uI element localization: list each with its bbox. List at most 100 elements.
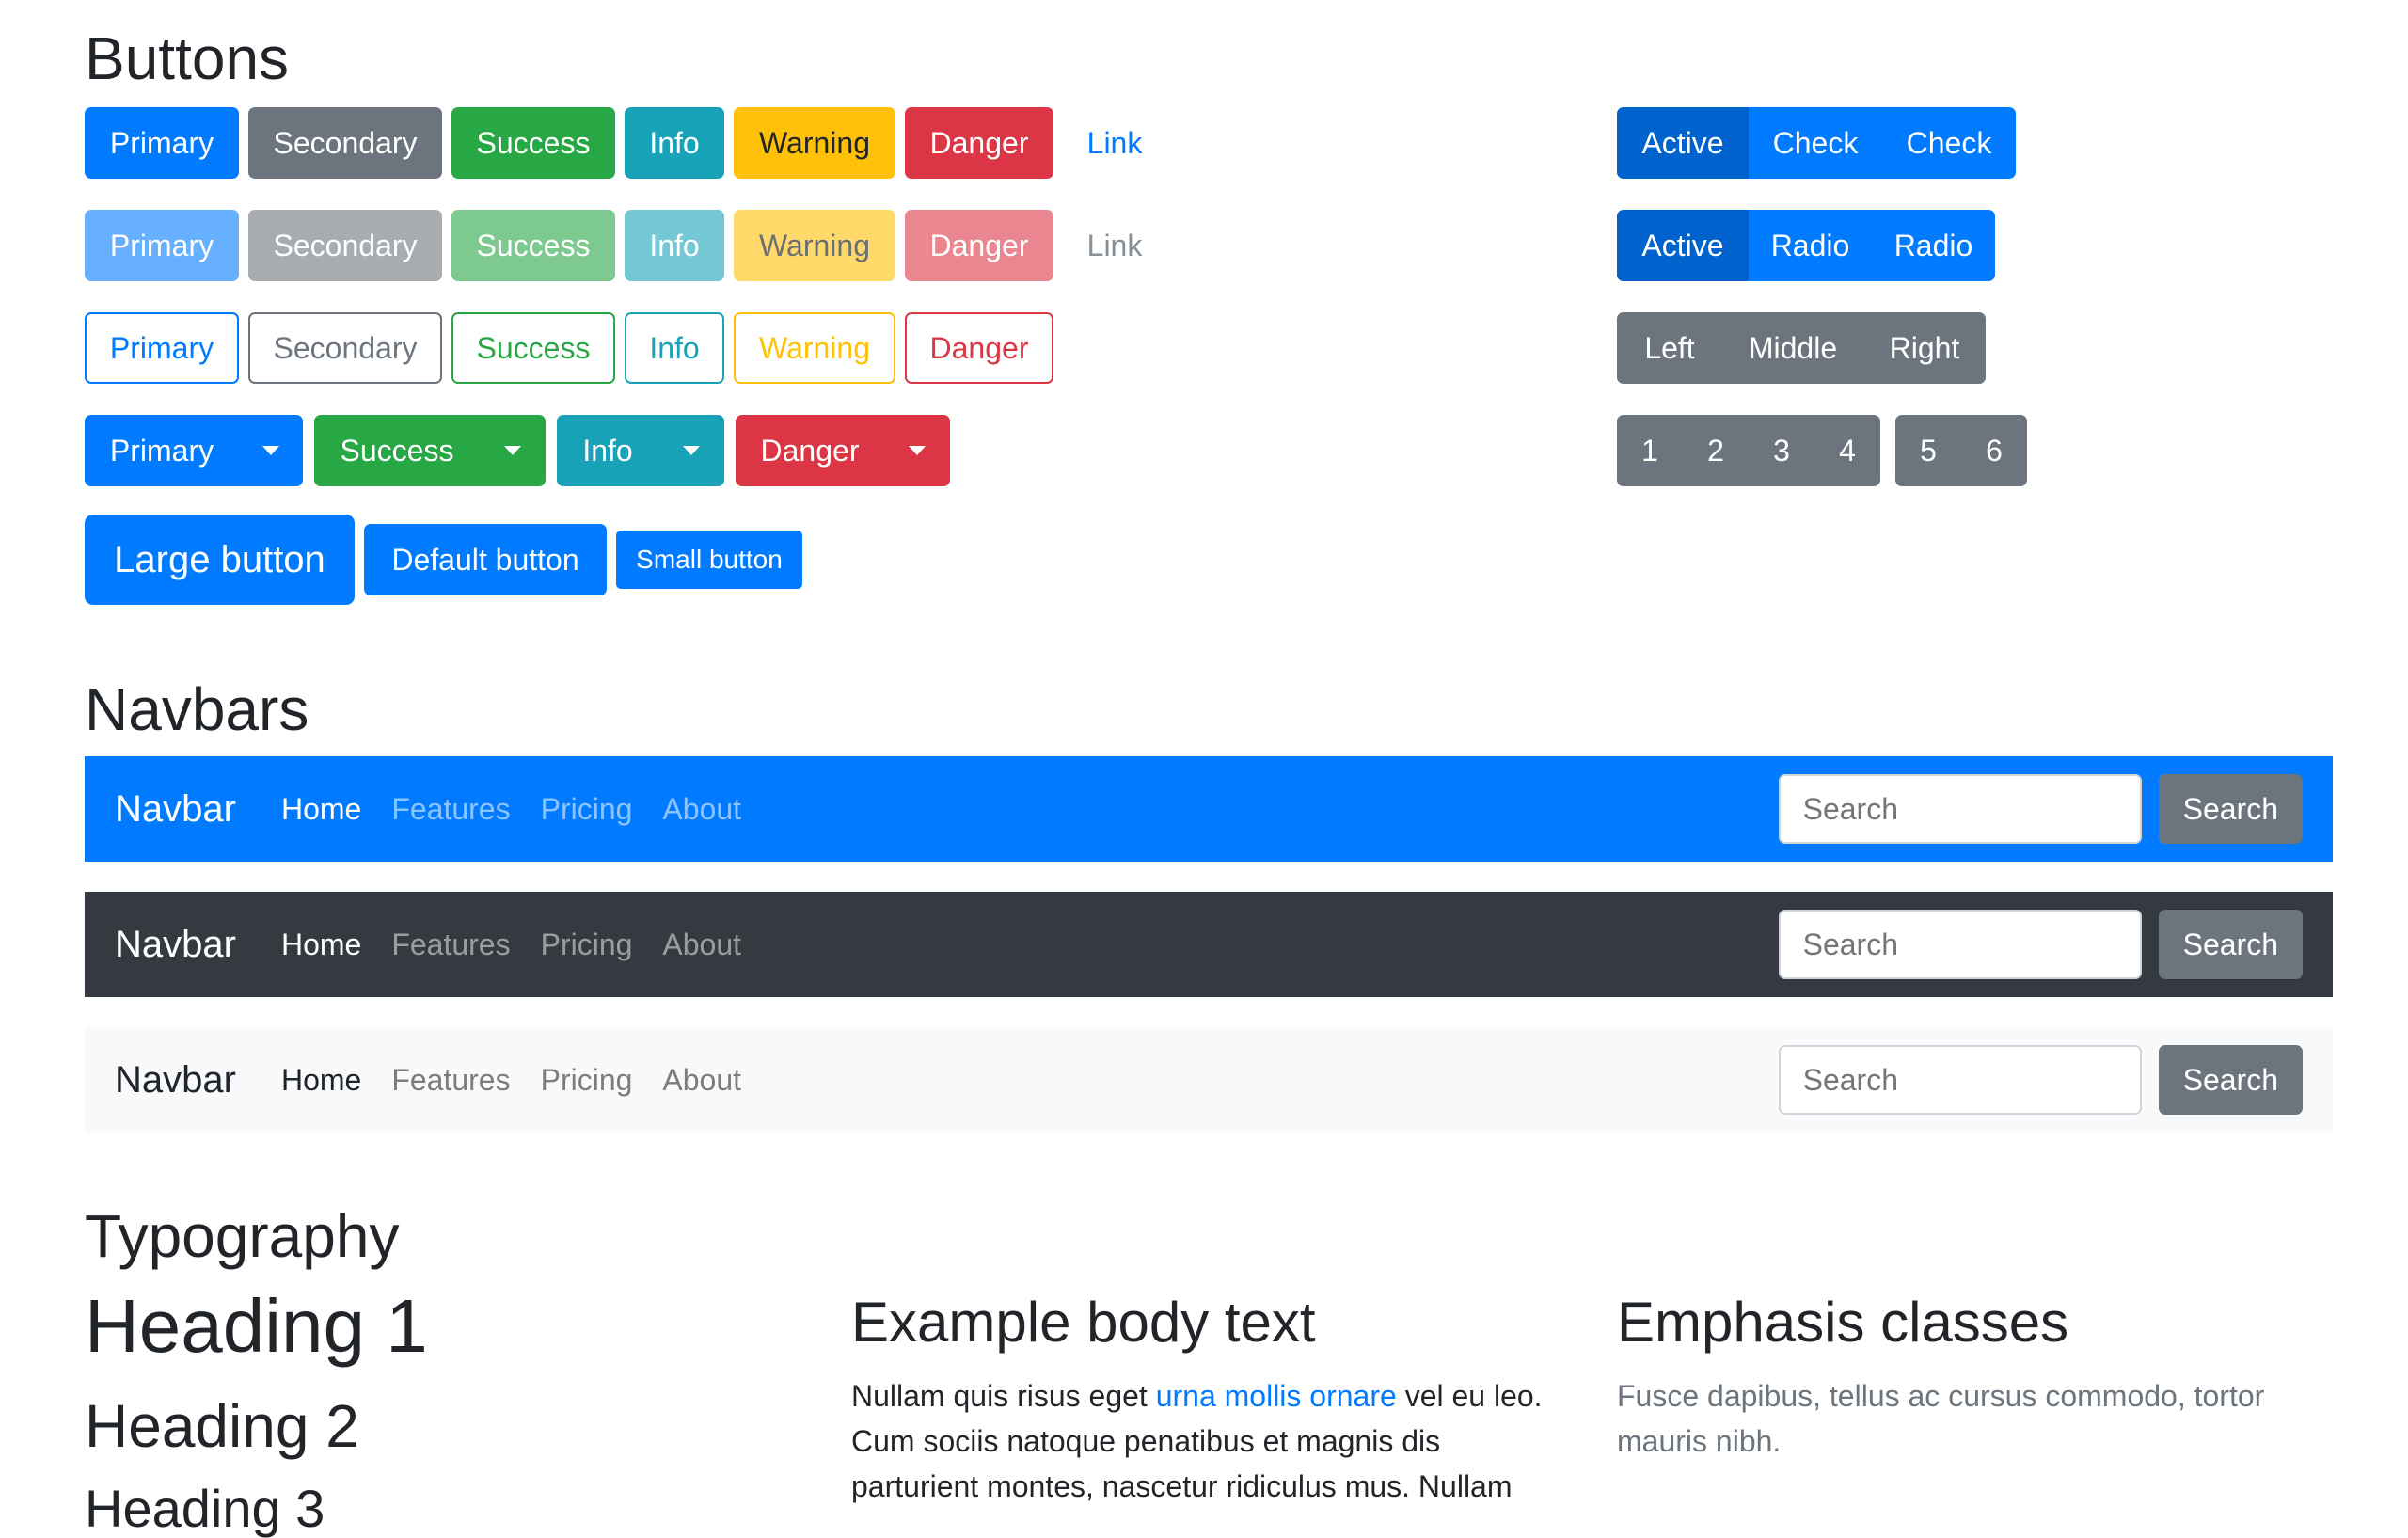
search-button[interactable]: Search (2158, 774, 2303, 844)
page-button[interactable]: 6 (1961, 415, 2027, 486)
section-title-navbars: Navbars (85, 675, 309, 743)
info-dropdown-toggle[interactable] (658, 415, 724, 486)
search-input[interactable] (1778, 774, 2142, 844)
navbar-search-form: Search (1778, 1045, 2303, 1115)
secondary-button[interactable]: Secondary (248, 107, 442, 179)
nav-link-features[interactable]: Features (391, 1063, 510, 1098)
navbar-brand[interactable]: Navbar (115, 1059, 236, 1102)
success-dropdown-toggle[interactable] (480, 415, 546, 486)
left-button[interactable]: Left (1617, 312, 1722, 384)
danger-button-disabled: Danger (905, 210, 1054, 281)
radio-toggle[interactable]: Radio (1872, 210, 1995, 281)
danger-button[interactable]: Danger (905, 107, 1054, 179)
success-split-dropdown: Success (314, 415, 546, 486)
nav-link-pricing[interactable]: Pricing (541, 928, 633, 962)
nav-link-home[interactable]: Home (281, 1063, 361, 1098)
caret-down-icon (262, 446, 279, 455)
pager-group-2: 5 6 (1895, 415, 2027, 486)
page-button[interactable]: 1 (1617, 415, 1683, 486)
default-button[interactable]: Default button (364, 524, 607, 595)
nav-link-features[interactable]: Features (391, 792, 510, 827)
body-inline-link[interactable]: urna mollis ornare (1156, 1379, 1397, 1413)
danger-dropdown-button[interactable]: Danger (736, 415, 884, 486)
navbar-dark: Navbar Home Features Pricing About Searc… (85, 892, 2333, 997)
navbar-search-form: Search (1778, 774, 2303, 844)
warning-button-disabled: Warning (734, 210, 895, 281)
radio-toggle-active[interactable]: Active (1617, 210, 1749, 281)
danger-dropdown-toggle[interactable] (884, 415, 950, 486)
navbar-brand[interactable]: Navbar (115, 924, 236, 966)
navbar-brand[interactable]: Navbar (115, 788, 236, 831)
danger-outline-button[interactable]: Danger (905, 312, 1054, 384)
navbar-light: Navbar Home Features Pricing About Searc… (85, 1027, 2333, 1133)
primary-outline-button[interactable]: Primary (85, 312, 239, 384)
caret-down-icon (909, 446, 926, 455)
outline-buttons-row: Primary Secondary Success Info Warning D… (85, 312, 1054, 384)
search-input[interactable] (1778, 1045, 2142, 1115)
large-button[interactable]: Large button (85, 515, 355, 605)
link-button-disabled: Link (1086, 228, 1143, 262)
danger-split-dropdown: Danger (736, 415, 950, 486)
alignment-button-group: Left Middle Right (1617, 312, 1986, 384)
primary-button[interactable]: Primary (85, 107, 239, 179)
primary-dropdown-toggle[interactable] (239, 415, 303, 486)
heading-2-example: Heading 2 (85, 1392, 359, 1460)
success-button[interactable]: Success (452, 107, 615, 179)
caret-down-icon (683, 446, 700, 455)
disabled-buttons-row: Primary Secondary Success Info Warning D… (85, 210, 1166, 281)
heading-1-example: Heading 1 (85, 1284, 428, 1368)
info-button[interactable]: Info (625, 107, 724, 179)
nav-link-features[interactable]: Features (391, 928, 510, 962)
radio-toggle[interactable]: Radio (1749, 210, 1872, 281)
search-button[interactable]: Search (2158, 1045, 2303, 1115)
right-button[interactable]: Right (1863, 312, 1986, 384)
page-button[interactable]: 3 (1749, 415, 1814, 486)
section-title-typography: Typography (85, 1202, 400, 1270)
search-button[interactable]: Search (2158, 910, 2303, 979)
small-button[interactable]: Small button (616, 531, 802, 589)
nav-link-about[interactable]: About (662, 1063, 741, 1098)
nav-link-pricing[interactable]: Pricing (541, 792, 633, 827)
body-text-title: Example body text (851, 1291, 1316, 1354)
page-button[interactable]: 2 (1683, 415, 1749, 486)
secondary-outline-button[interactable]: Secondary (248, 312, 442, 384)
pager-group-1: 1 2 3 4 (1617, 415, 1880, 486)
radio-button-group: Active Radio Radio (1617, 210, 1995, 281)
nav-link-about[interactable]: About (662, 928, 741, 962)
search-input[interactable] (1778, 910, 2142, 979)
secondary-button-disabled: Secondary (248, 210, 442, 281)
checkbox-button-group: Active Check Check (1617, 107, 2016, 179)
navbar-primary: Navbar Home Features Pricing About Searc… (85, 756, 2333, 862)
primary-button-disabled: Primary (85, 210, 239, 281)
section-title-buttons: Buttons (85, 24, 290, 92)
info-button-disabled: Info (625, 210, 724, 281)
nav-link-home[interactable]: Home (281, 928, 361, 962)
info-dropdown-button[interactable]: Info (557, 415, 658, 486)
size-buttons-row: Large button Default button Small button (85, 515, 802, 605)
checkbox-toggle-check[interactable]: Check (1882, 107, 2016, 179)
success-button-disabled: Success (452, 210, 615, 281)
success-outline-button[interactable]: Success (452, 312, 615, 384)
body-paragraph: Nullam quis risus eget urna mollis ornar… (851, 1373, 1557, 1509)
link-button[interactable]: Link (1063, 107, 1166, 179)
navbar-search-form: Search (1778, 910, 2303, 979)
page-button[interactable]: 5 (1895, 415, 1961, 486)
caret-down-icon (504, 446, 521, 455)
primary-dropdown-button[interactable]: Primary (85, 415, 239, 486)
info-split-dropdown: Info (557, 415, 724, 486)
split-buttons-row: Primary Success Info Danger (85, 415, 950, 486)
nav-link-pricing[interactable]: Pricing (541, 1063, 633, 1098)
info-outline-button[interactable]: Info (625, 312, 724, 384)
checkbox-toggle-check[interactable]: Check (1749, 107, 1882, 179)
primary-split-dropdown: Primary (85, 415, 303, 486)
warning-outline-button[interactable]: Warning (734, 312, 895, 384)
middle-button[interactable]: Middle (1722, 312, 1863, 384)
page-button[interactable]: 4 (1814, 415, 1880, 486)
checkbox-toggle-active[interactable]: Active (1617, 107, 1749, 179)
success-dropdown-button[interactable]: Success (314, 415, 480, 486)
solid-buttons-row: Primary Secondary Success Info Warning D… (85, 107, 1166, 179)
nav-link-about[interactable]: About (662, 792, 741, 827)
warning-button[interactable]: Warning (734, 107, 895, 179)
nav-link-home[interactable]: Home (281, 792, 361, 827)
body-text: Nullam quis risus eget (851, 1379, 1156, 1413)
